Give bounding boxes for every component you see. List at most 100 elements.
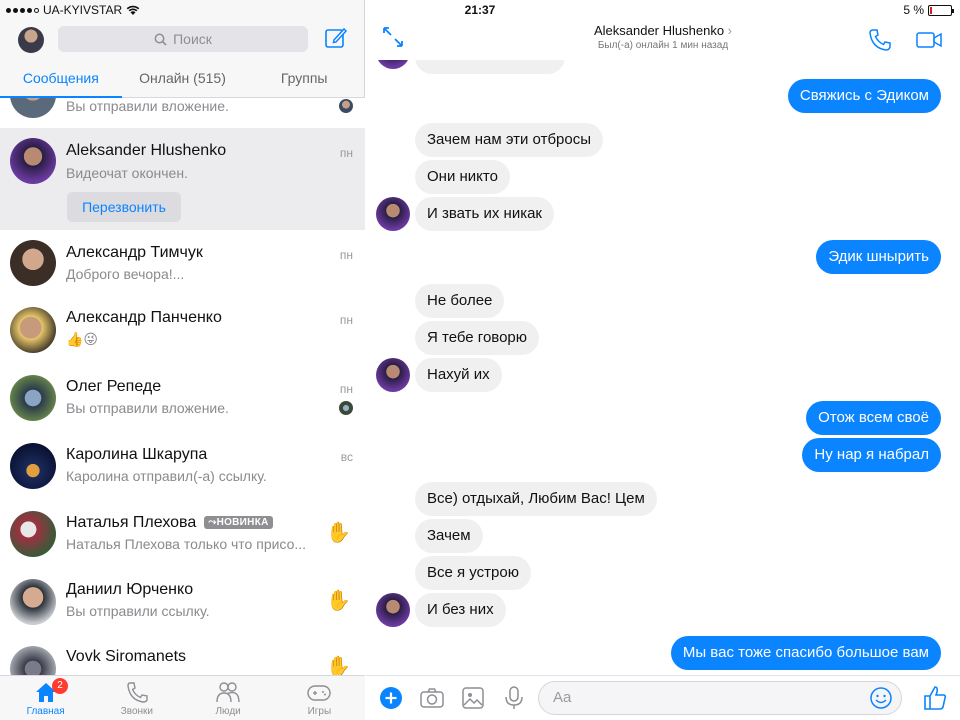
message-input[interactable]: Aa <box>538 681 902 715</box>
emoji-icon[interactable] <box>869 686 893 710</box>
nav-calls-label: Звонки <box>120 706 154 717</box>
conversation-item[interactable]: Vovk Siromanets ✋ <box>0 636 365 675</box>
conversation-item[interactable]: Александр Панченко 👍😜 пн <box>0 296 365 364</box>
conversation-item[interactable]: Вы отправили вложение. <box>0 98 365 128</box>
message-bubble[interactable]: Мы вас тоже спасибо большое вам <box>670 636 941 670</box>
sender-avatar <box>376 358 410 392</box>
conversation-item[interactable]: Александр Тимчук Доброго вечора!... пн <box>0 230 365 296</box>
conversation-name: Наталья Плехова ⤳НОВИНКА <box>66 514 273 532</box>
conversation-name: Александр Тимчук <box>66 244 203 261</box>
message-bubble[interactable]: И звать их никак <box>415 197 554 231</box>
nav-home[interactable]: Главная 2 <box>0 676 91 720</box>
avatar <box>10 511 56 557</box>
conversation-list: Вы отправили вложение. Aleksander Hlushe… <box>0 98 365 675</box>
video-call-icon[interactable] <box>916 30 942 50</box>
search-icon <box>154 33 167 46</box>
conversation-preview: Наталья Плехова только что присо... <box>66 536 307 552</box>
message-bubble[interactable]: И без них <box>415 593 506 627</box>
new-badge: ⤳НОВИНКА <box>204 516 273 529</box>
conversation-item[interactable]: Каролина Шкарупа Каролина отправил(-а) с… <box>0 432 365 500</box>
conversation-preview: Каролина отправил(-а) ссылку. <box>66 468 267 484</box>
notification-badge: 2 <box>52 678 68 694</box>
conversation-name: Каролина Шкарупа <box>66 446 208 463</box>
avatar <box>10 307 56 353</box>
phone-icon <box>127 682 148 703</box>
chat-header: Aleksander Hlushenko › Был(-а) онлайн 1 … <box>366 20 960 60</box>
message-bubble[interactable]: Все) отдыхай, Любим Вас! Цем <box>415 482 657 516</box>
search-placeholder: Поиск <box>173 31 212 47</box>
conversation-name: Vovk Siromanets <box>66 648 187 665</box>
wave-icon[interactable]: ✋ <box>326 654 351 675</box>
clock: 21:37 <box>464 3 496 17</box>
camera-icon[interactable] <box>419 685 445 711</box>
avatar <box>10 138 56 184</box>
tab-groups[interactable]: Группы <box>243 60 365 97</box>
status-bar: UA-KYIVSTAR 21:37 5 % <box>0 0 960 20</box>
message-bubble[interactable]: Ну нар я набрал <box>802 438 941 472</box>
avatar <box>10 443 56 489</box>
tab-online[interactable]: Онлайн (515) <box>122 60 244 97</box>
phone-call-icon[interactable] <box>868 28 892 52</box>
message-bubble[interactable]: Я тебе говорю <box>415 321 540 355</box>
new-badge-label: НОВИНКА <box>216 517 269 528</box>
nav-calls[interactable]: Звонки <box>91 676 182 720</box>
conversation-time: пн <box>339 248 353 262</box>
conversation-name: Олег Репеде <box>66 378 162 395</box>
avatar <box>10 375 56 421</box>
people-icon <box>216 682 240 703</box>
wave-icon[interactable]: ✋ <box>326 588 351 613</box>
message-bubble[interactable]: Отож всем своё <box>806 401 941 435</box>
conversation-name-text: Наталья Плехова <box>66 514 197 531</box>
conversation-preview: 👍😜 <box>66 331 99 347</box>
conversation-preview: Вы отправили вложение. <box>66 98 229 114</box>
nav-people[interactable]: Люди <box>183 676 274 720</box>
conversation-name: Aleksander Hlushenko <box>66 142 227 159</box>
message-bubble[interactable]: Все я устрою <box>415 556 531 590</box>
gallery-icon[interactable] <box>460 685 486 711</box>
conversation-time: пн <box>339 382 353 396</box>
conversation-item[interactable]: Aleksander Hlushenko Видеочат окончен. п… <box>0 128 365 230</box>
nav-games[interactable]: Игры <box>274 676 365 720</box>
bottom-nav: Главная 2 Звонки Люди Игры <box>0 675 365 720</box>
compose-icon[interactable] <box>324 26 348 50</box>
message-bubble[interactable]: Эдик шнырить <box>816 240 941 274</box>
message-bubble[interactable]: Нахуй их <box>415 358 502 392</box>
message-composer: Aa <box>366 675 960 720</box>
seen-avatar <box>339 401 353 415</box>
message-bubble[interactable]: Зачем нам эти отбросы <box>415 123 603 157</box>
avatar <box>10 98 56 118</box>
seen-avatar <box>339 99 353 113</box>
profile-avatar[interactable] <box>18 27 44 53</box>
battery-status: 5 % <box>903 3 954 17</box>
message-bubble-partial <box>415 60 565 74</box>
nav-people-label: Люди <box>215 706 241 717</box>
conversation-item[interactable]: Наталья Плехова ⤳НОВИНКА Наталья Плехова … <box>0 500 365 568</box>
sender-avatar <box>376 593 410 627</box>
conversation-preview: Вы отправили вложение. <box>66 400 229 416</box>
add-icon[interactable] <box>378 685 404 711</box>
battery-percent: 5 % <box>903 3 924 17</box>
message-bubble[interactable]: Они никто <box>415 160 510 194</box>
conversation-name: Александр Панченко <box>66 309 222 326</box>
sidebar-header: Поиск <box>0 20 365 60</box>
microphone-icon[interactable] <box>501 685 527 711</box>
conversation-time: пн <box>339 313 353 327</box>
like-icon[interactable] <box>922 684 948 712</box>
tab-messages[interactable]: Сообщения <box>0 60 122 98</box>
message-bubble[interactable]: Зачем <box>415 519 483 553</box>
conversation-item[interactable]: Олег Репеде Вы отправили вложение. пн <box>0 364 365 432</box>
chat-pane: Aleksander Hlushenko › Был(-а) онлайн 1 … <box>366 0 960 720</box>
conversation-preview: Вы отправили ссылку. <box>66 603 210 619</box>
message-bubble[interactable]: Свяжись с Эдиком <box>787 79 941 113</box>
wave-icon[interactable]: ✋ <box>326 520 351 545</box>
avatar <box>10 646 56 675</box>
conversation-item[interactable]: Даниил Юрченко Вы отправили ссылку. ✋ <box>0 568 365 636</box>
conversation-name: Даниил Юрченко <box>66 581 194 598</box>
search-input[interactable]: Поиск <box>58 26 308 52</box>
gamepad-icon <box>307 685 332 701</box>
message-bubble[interactable]: Не более <box>415 284 505 318</box>
conversation-time: пн <box>339 146 353 160</box>
sender-avatar <box>376 60 410 69</box>
call-back-button[interactable]: Перезвонить <box>67 192 181 222</box>
battery-icon <box>928 4 954 16</box>
